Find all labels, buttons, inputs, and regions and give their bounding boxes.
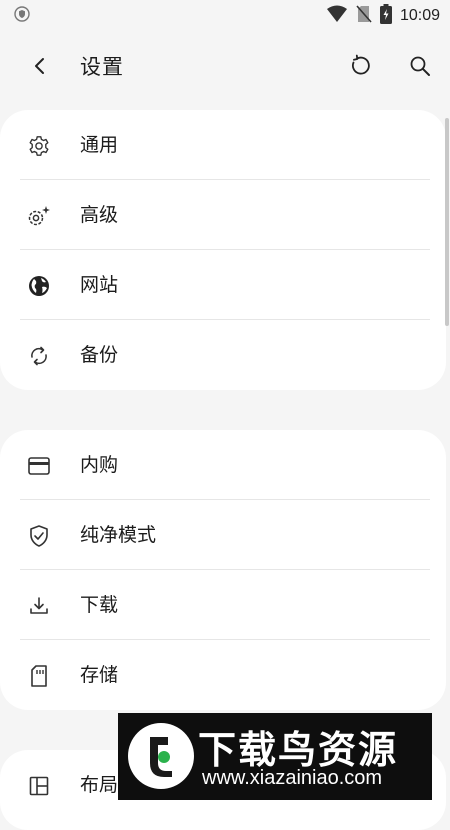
shield-check-icon — [26, 523, 52, 549]
reset-button[interactable] — [342, 50, 378, 86]
settings-item-pure-mode[interactable]: 纯净模式 — [0, 500, 446, 570]
search-icon — [409, 55, 431, 81]
globe-icon — [26, 273, 52, 299]
app-bar: 设置 — [0, 32, 450, 102]
layout-icon — [26, 773, 52, 799]
settings-item-label: 纯净模式 — [80, 524, 157, 546]
settings-item-label: 内购 — [80, 454, 119, 476]
settings-group-general: 通用 高级 网站 备份 — [0, 110, 446, 390]
settings-item-storage[interactable]: 存储 — [0, 640, 446, 710]
watermark-url: www.xiazainiao.com — [202, 767, 383, 789]
sd-card-icon — [26, 663, 52, 689]
gear-icon — [26, 133, 52, 159]
settings-item-backup[interactable]: 备份 — [0, 320, 446, 390]
settings-item-general[interactable]: 通用 — [0, 110, 446, 180]
settings-item-download[interactable]: 下载 — [0, 570, 446, 640]
settings-item-in-app-purchase[interactable]: 内购 — [0, 430, 446, 500]
page-title: 设置 — [80, 55, 124, 79]
settings-item-label: 存储 — [80, 664, 119, 686]
no-sim-icon — [356, 5, 372, 27]
settings-item-label: 高级 — [80, 204, 119, 226]
reset-icon — [348, 54, 372, 82]
settings-item-label: 布局 — [80, 774, 119, 796]
credit-card-icon — [26, 453, 52, 479]
back-button[interactable] — [24, 52, 56, 84]
back-arrow-icon — [32, 57, 48, 79]
settings-item-websites[interactable]: 网站 — [0, 250, 446, 320]
settings-item-label: 通用 — [80, 134, 119, 156]
gear-sparkle-icon — [26, 203, 52, 229]
wifi-icon — [326, 5, 348, 27]
watermark: 下载鸟资源 www.xiazainiao.com — [118, 713, 432, 800]
sync-icon — [26, 343, 52, 369]
clock: 10:09 — [399, 7, 440, 24]
status-bar: 10:09 — [0, 0, 450, 32]
download-icon — [26, 593, 52, 619]
settings-item-label: 网站 — [80, 274, 119, 296]
battery-charging-icon — [379, 4, 392, 28]
settings-item-label: 下载 — [80, 594, 119, 616]
search-button[interactable] — [402, 50, 438, 86]
watermark-logo — [128, 723, 194, 789]
settings-group-purchase: 内购 纯净模式 下载 存储 — [0, 430, 446, 710]
shield-icon — [14, 6, 30, 26]
settings-item-label: 备份 — [80, 344, 119, 366]
scrollbar[interactable] — [445, 118, 449, 326]
watermark-title: 下载鸟资源 — [198, 728, 399, 772]
settings-item-advanced[interactable]: 高级 — [0, 180, 446, 250]
